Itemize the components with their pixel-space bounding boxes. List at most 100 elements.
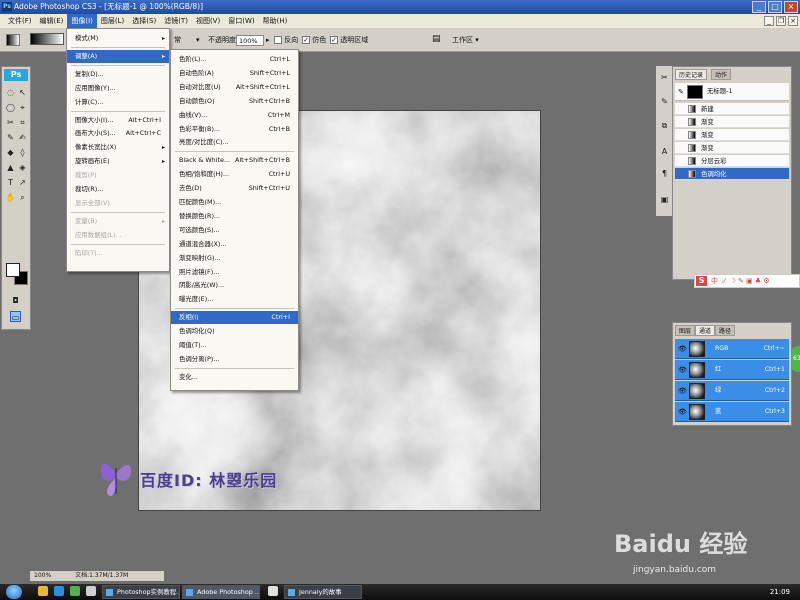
history-snapshot-row[interactable]: ✎ 无标题-1 xyxy=(675,83,789,101)
magic-wand-icon[interactable]: ⌖ xyxy=(17,102,28,113)
tab-layers[interactable]: 图层 xyxy=(675,325,696,336)
gradient-icon[interactable]: ◈ xyxy=(17,162,28,173)
taskbar-app-icon[interactable] xyxy=(268,586,278,596)
adjust-menu-item[interactable]: 曝光度(E)... xyxy=(171,293,298,306)
ie-icon[interactable] xyxy=(54,586,64,596)
dither-checkbox-row[interactable]: 仿色 xyxy=(302,28,326,52)
menu-8[interactable]: 帮助(H) xyxy=(259,14,292,28)
image-menu-item[interactable]: 模式(M) ▸ xyxy=(67,32,169,45)
adjust-menu-item[interactable]: 曲线(V)... Ctrl+M xyxy=(171,109,298,122)
media-icon[interactable] xyxy=(70,586,80,596)
adjust-menu-item[interactable]: 色阶(L)... Ctrl+L xyxy=(171,53,298,66)
reverse-checkbox[interactable] xyxy=(274,36,282,44)
side-badge[interactable]: 63 xyxy=(791,346,800,372)
tab-channels[interactable]: 通道 xyxy=(695,325,716,336)
start-button[interactable] xyxy=(6,585,22,599)
stamp-icon[interactable]: ◆ xyxy=(5,147,16,158)
history-state[interactable]: 渐变 xyxy=(675,116,789,128)
image-menu-item[interactable]: 应用图像(Y)... xyxy=(67,82,169,95)
brush-icon[interactable]: ✎ xyxy=(659,96,670,107)
quick-mask-icon[interactable]: ◘ xyxy=(10,295,21,306)
image-menu-item[interactable]: 像素长宽比(X) ▸ xyxy=(67,141,169,154)
history-state[interactable]: 分层云彩 xyxy=(675,155,789,167)
show-desktop-icon[interactable] xyxy=(86,586,96,596)
brush-icon[interactable]: ✍ xyxy=(17,132,28,143)
menu-3[interactable]: 图层(L) xyxy=(97,14,128,28)
image-menu-item[interactable]: 复制(D)... xyxy=(67,68,169,81)
minimize-button[interactable]: _ xyxy=(752,1,766,13)
path-select-icon[interactable]: ↗ xyxy=(17,177,28,188)
sogou-ime-icon[interactable]: S xyxy=(696,276,707,286)
zoom-icon[interactable]: ⌕ xyxy=(17,192,28,203)
menu-2[interactable]: 图像(I) xyxy=(67,14,97,28)
adjust-menu-item[interactable]: 反相(I) Ctrl+I xyxy=(171,311,298,325)
tab-actions[interactable]: 动作 xyxy=(711,69,732,80)
channel-row[interactable]: 👁 绿 Ctrl+2 xyxy=(675,381,789,401)
image-menu-item[interactable]: 调整(A) ▸ xyxy=(67,49,169,63)
healing-icon[interactable]: ✎ xyxy=(5,132,16,143)
input-method-bar[interactable]: 中 ノ ☽ ✎ ▣ ♣ ⚙ xyxy=(694,274,800,288)
adjust-menu-item[interactable]: 色调均化(Q) xyxy=(171,325,298,338)
channel-row[interactable]: 👁 红 Ctrl+1 xyxy=(675,360,789,380)
history-brush-icon[interactable]: ◊ xyxy=(17,147,28,158)
explorer-icon[interactable] xyxy=(38,586,48,596)
adjust-menu-item[interactable]: 自动对比度(U) Alt+Shift+Ctrl+L xyxy=(171,81,298,94)
lasso-icon[interactable]: ◯ xyxy=(5,102,16,113)
adjust-menu-item[interactable]: 匹配颜色(M)... xyxy=(171,196,298,209)
adjust-menu-item[interactable]: 替换颜色(R)... xyxy=(171,210,298,223)
adjust-menu-item[interactable]: 变化... xyxy=(171,371,298,384)
tools-icon[interactable]: ✂ xyxy=(659,72,670,83)
channel-row[interactable]: 👁 蓝 Ctrl+3 xyxy=(675,402,789,422)
crop-icon[interactable]: ✂ xyxy=(5,117,16,128)
zoom-readout[interactable]: 100% xyxy=(34,572,51,579)
menu-7[interactable]: 窗口(W) xyxy=(224,14,258,28)
taskbar-app-photoshop[interactable]: Adobe Photoshop ... xyxy=(182,585,260,599)
screen-mode-icon[interactable]: ▭ xyxy=(10,311,21,322)
marquee-icon[interactable]: ◌ xyxy=(5,87,16,98)
eye-icon[interactable]: 👁 xyxy=(678,360,687,380)
hand-icon[interactable]: ✋ xyxy=(5,192,16,203)
layer-comps-icon[interactable]: ▣ xyxy=(659,194,670,205)
adjust-menu-item[interactable]: 亮度/对比度(C)... xyxy=(171,136,298,149)
adjust-menu-item[interactable]: 色彩平衡(B)... Ctrl+B xyxy=(171,123,298,136)
eye-icon[interactable]: 👁 xyxy=(678,339,687,359)
menu-5[interactable]: 滤镜(T) xyxy=(160,14,192,28)
history-state[interactable]: 色调均化 xyxy=(675,168,789,180)
adjust-menu-item[interactable]: 可选颜色(S)... xyxy=(171,224,298,237)
adjust-menu-item[interactable]: 色相/饱和度(H)... Ctrl+U xyxy=(171,168,298,181)
channel-row[interactable]: 👁 RGB Ctrl+~ xyxy=(675,339,789,359)
history-state[interactable]: 新建 xyxy=(675,103,789,115)
transparency-checkbox-row[interactable]: 透明区域 xyxy=(330,28,368,52)
slice-icon[interactable]: ⌗ xyxy=(17,117,28,128)
image-menu-item[interactable]: 裁切(R)... xyxy=(67,183,169,196)
tab-history[interactable]: 历史记录 xyxy=(675,69,708,80)
gradient-tool-icon[interactable] xyxy=(6,34,20,46)
taskbar-app-editor[interactable]: Jennaly的故事 xyxy=(284,585,362,599)
dither-checkbox[interactable] xyxy=(302,36,310,44)
paragraph-icon[interactable]: ¶ xyxy=(659,168,670,179)
clock[interactable]: 21:09 xyxy=(770,584,790,600)
menu-6[interactable]: 视图(V) xyxy=(192,14,224,28)
adjust-menu-item[interactable]: 自动颜色(O) Shift+Ctrl+B xyxy=(171,95,298,108)
eye-icon[interactable]: 👁 xyxy=(678,402,687,422)
eye-icon[interactable]: 👁 xyxy=(678,381,687,401)
character-icon[interactable]: A xyxy=(659,146,670,157)
eraser-icon[interactable]: ▲ xyxy=(5,162,16,173)
type-icon[interactable]: T xyxy=(5,177,16,188)
tab-paths[interactable]: 路径 xyxy=(715,325,736,336)
foreground-color-swatch[interactable] xyxy=(6,263,20,277)
taskbar-app-browser[interactable]: Photoshop实例教程... xyxy=(102,585,180,599)
menu-1[interactable]: 编辑(E) xyxy=(36,14,68,28)
maximize-button[interactable]: □ xyxy=(768,1,782,13)
adjust-menu-item[interactable]: 通道混合器(X)... xyxy=(171,238,298,251)
adjust-menu-item[interactable]: Black & White... Alt+Shift+Ctrl+B xyxy=(171,154,298,167)
adjust-menu-item[interactable]: 色调分离(P)... xyxy=(171,353,298,366)
opacity-slider-arrow-icon[interactable]: ▸ xyxy=(266,36,270,44)
adjust-menu-item[interactable]: 照片滤镜(F)... xyxy=(171,266,298,279)
adjust-menu-item[interactable]: 阈值(T)... xyxy=(171,339,298,352)
image-menu-item[interactable]: 计算(C)... xyxy=(67,96,169,109)
transparency-checkbox[interactable] xyxy=(330,36,338,44)
clone-source-icon[interactable]: ⧉ xyxy=(659,120,670,131)
adjust-menu-item[interactable]: 渐变映射(G)... xyxy=(171,252,298,265)
opacity-input[interactable]: 100% xyxy=(236,35,264,46)
